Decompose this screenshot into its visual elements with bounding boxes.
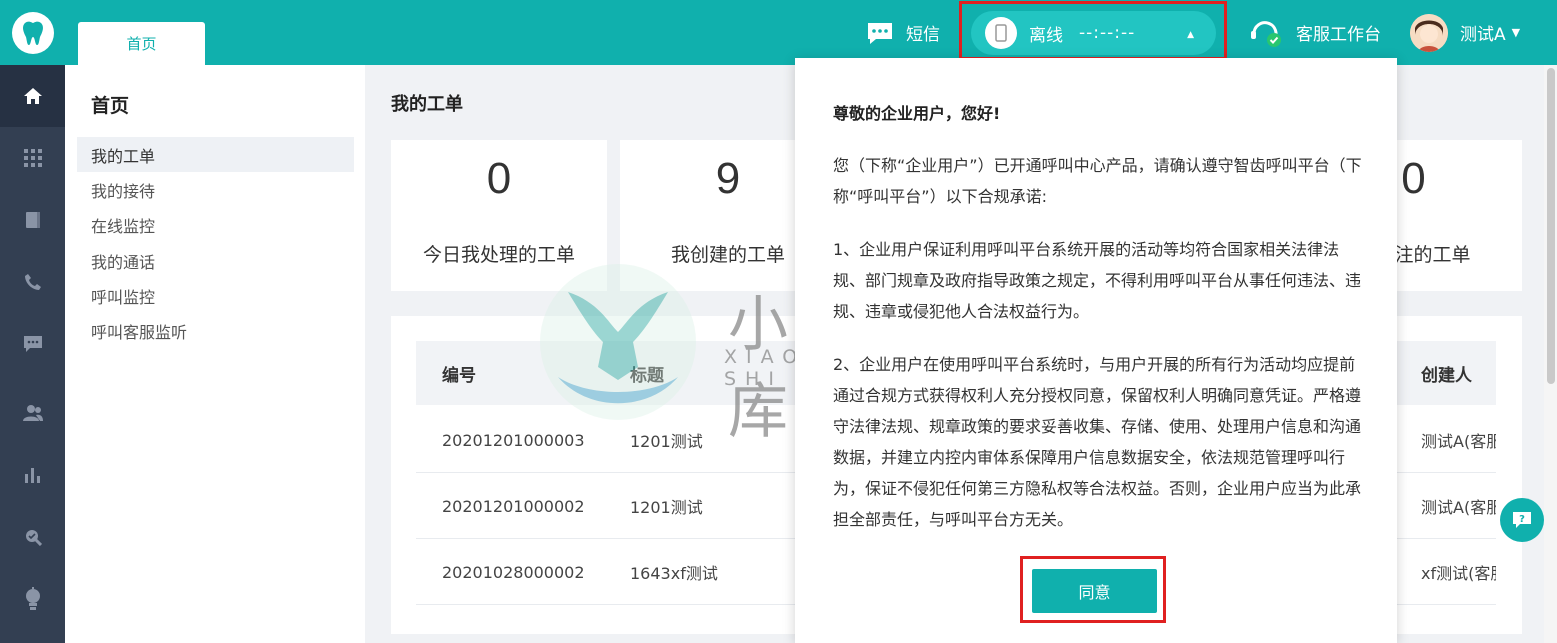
- stat-label: 今日我处理的工单: [422, 244, 575, 266]
- phone-icon: [24, 274, 41, 290]
- icon-rail: [0, 65, 65, 643]
- agree-button[interactable]: 同意: [1032, 569, 1157, 613]
- svg-text:?: ?: [1519, 514, 1525, 525]
- tooth-icon: [11, 11, 54, 54]
- chat-icon: [23, 336, 42, 352]
- sub-navigation: 首页 我的工单 我的接待 在线监控 我的通话 呼叫监控 呼叫客服监听: [65, 65, 365, 643]
- rail-quality[interactable]: [0, 506, 65, 568]
- status-highlight-frame: 离线 --:--:-- ▲: [959, 1, 1227, 60]
- subnav-title: 首页: [91, 95, 130, 117]
- subnav-item-call-listen[interactable]: 呼叫客服监听: [77, 313, 354, 348]
- caret-down-icon: ▼: [1511, 26, 1521, 39]
- user-menu[interactable]: 测试A ▼: [1410, 0, 1520, 65]
- subnav-item-my-tickets[interactable]: 我的工单: [77, 137, 354, 172]
- cell-id: 20201028000002: [442, 562, 585, 582]
- page-title: 我的工单: [391, 94, 463, 115]
- sms-button[interactable]: 短信: [866, 0, 940, 65]
- message-icon: [868, 22, 892, 44]
- col-title: 标题: [630, 365, 664, 386]
- rail-tickets[interactable]: [0, 189, 65, 251]
- rail-apps[interactable]: [0, 127, 65, 189]
- agree-highlight-frame: 同意: [1020, 556, 1166, 623]
- cell-id: 20201201000003: [442, 430, 585, 450]
- dialog-paragraph-1: 1、企业用户保证利用呼叫平台系统开展的活动等均符合国家相关法律法规、部门规章及政…: [833, 240, 1362, 321]
- dialog-paragraph-2: 2、企业用户在使用呼叫平台系统时，与用户开展的所有行为活动均应提前通过合规方式获…: [833, 355, 1362, 529]
- caret-up-icon: ▲: [1187, 30, 1194, 40]
- rail-home[interactable]: [0, 65, 65, 127]
- cell-creator: 测试A(客服: [1421, 432, 1496, 451]
- workbench-label: 客服工作台: [1296, 25, 1381, 45]
- phone-device-icon: [985, 17, 1017, 49]
- compliance-dialog: 尊敬的企业用户，您好! 您（下称“企业用户”）已开通呼叫中心产品，请确认遵守智齿…: [795, 58, 1397, 643]
- scrollbar-thumb[interactable]: [1547, 68, 1555, 384]
- subnav-item-my-reception[interactable]: 我的接待: [77, 172, 354, 207]
- search-icon: [25, 530, 42, 546]
- rail-calls[interactable]: [0, 251, 65, 313]
- rail-settings[interactable]: [0, 568, 65, 630]
- status-timer: --:--:--: [1079, 23, 1136, 43]
- help-icon: ?: [1513, 512, 1531, 528]
- cell-title: 1201测试: [630, 432, 703, 451]
- stat-card-today[interactable]: 0 今日我处理的工单: [391, 140, 607, 291]
- subnav-item-my-calls[interactable]: 我的通话: [77, 243, 354, 278]
- top-bar: 首页 短信 离线 --:--:-- ▲ 客服工作台 测试A ▼: [0, 0, 1557, 65]
- rail-stats[interactable]: [0, 444, 65, 506]
- headset-check-icon: [1251, 20, 1281, 47]
- dialog-title: 尊敬的企业用户，您好!: [833, 104, 1001, 123]
- sms-label: 短信: [906, 25, 940, 45]
- users-icon: [22, 405, 43, 421]
- cell-title: 1643xf测试: [630, 564, 718, 583]
- status-label: 离线: [1029, 25, 1063, 46]
- document-icon: [25, 212, 40, 228]
- help-button[interactable]: ?: [1500, 498, 1544, 542]
- col-creator: 创建人: [1421, 365, 1472, 386]
- dialog-paragraph-intro: 您（下称“企业用户”）已开通呼叫中心产品，请确认遵守智齿呼叫平台（下称“呼叫平台…: [833, 156, 1362, 206]
- cell-creator: 测试A(客服: [1421, 498, 1496, 517]
- rail-chat[interactable]: [0, 313, 65, 375]
- subnav-item-call-monitor[interactable]: 呼叫监控: [77, 278, 354, 313]
- avatar: [1410, 13, 1448, 52]
- bar-chart-icon: [24, 468, 40, 483]
- stat-value: 0: [486, 154, 512, 203]
- col-id: 编号: [442, 365, 476, 386]
- subnav-item-online-monitor[interactable]: 在线监控: [77, 207, 354, 242]
- user-name: 测试A: [1460, 25, 1506, 45]
- cell-id: 20201201000002: [442, 496, 585, 516]
- home-icon: [23, 88, 42, 104]
- bulb-icon: [25, 587, 40, 610]
- tab-home[interactable]: 首页: [78, 22, 205, 65]
- cell-title: 1201测试: [630, 498, 703, 517]
- cell-creator: xf测试(客服: [1421, 564, 1496, 583]
- app-logo[interactable]: [0, 0, 65, 65]
- grid-icon: [23, 149, 42, 167]
- workbench-button[interactable]: 客服工作台: [1248, 0, 1381, 65]
- rail-customers[interactable]: [0, 382, 65, 444]
- agent-status-dropdown[interactable]: 离线 --:--:-- ▲: [971, 11, 1216, 55]
